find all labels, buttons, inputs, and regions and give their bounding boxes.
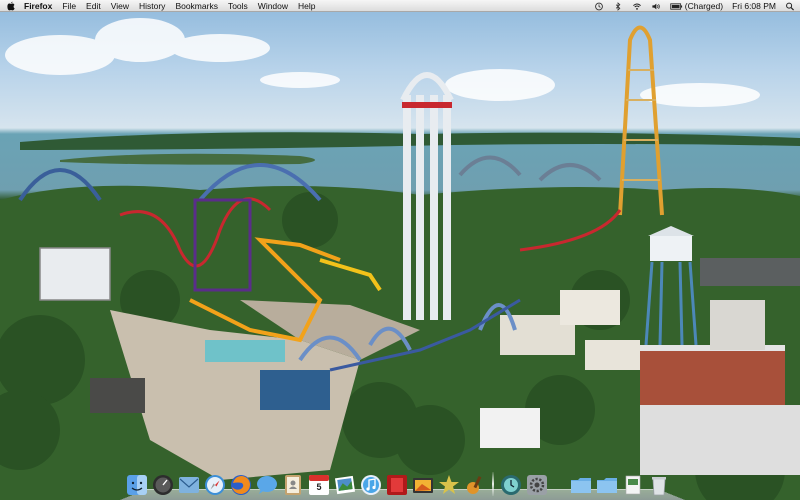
dock: 5: [120, 462, 685, 500]
dock-separator: [492, 472, 494, 496]
dock-garageband-icon[interactable]: [438, 474, 460, 496]
app-menu-firefox[interactable]: Firefox: [24, 1, 52, 11]
menubar-clock[interactable]: Fri 6:08 PM: [732, 1, 776, 11]
dock-photo-booth-icon[interactable]: [386, 474, 408, 496]
dock-time-machine-icon[interactable]: [500, 474, 522, 496]
menu-view[interactable]: View: [111, 1, 129, 11]
bluetooth-icon[interactable]: [613, 1, 623, 11]
dock-dashboard-icon[interactable]: [152, 474, 174, 496]
menu-bookmarks[interactable]: Bookmarks: [175, 1, 218, 11]
dock-trash-icon[interactable]: [648, 474, 670, 496]
menu-bar: Firefox File Edit View History Bookmarks…: [0, 0, 800, 12]
dock-mail-icon[interactable]: [178, 474, 200, 496]
wifi-icon[interactable]: [632, 2, 642, 11]
dock-iwork-icon[interactable]: [412, 474, 434, 496]
desktop-wallpaper: [0, 0, 800, 500]
dock-safari-icon[interactable]: [204, 474, 226, 496]
dock-downloads-stack-icon[interactable]: [622, 474, 644, 496]
menu-help[interactable]: Help: [298, 1, 315, 11]
amusement-park-scene: [0, 18, 800, 500]
spotlight-icon[interactable]: [785, 2, 795, 11]
time-machine-icon[interactable]: [594, 2, 604, 11]
dock-ichat-icon[interactable]: [256, 474, 278, 496]
dock-imovie-icon[interactable]: [464, 474, 486, 496]
menu-edit[interactable]: Edit: [86, 1, 101, 11]
ical-day: 5: [316, 482, 322, 492]
battery-status[interactable]: (Charged): [670, 1, 723, 11]
dock-ical-icon[interactable]: 5: [308, 474, 330, 496]
dock-documents-folder-icon[interactable]: [596, 474, 618, 496]
dock-iphoto-icon[interactable]: [334, 474, 356, 496]
menu-history[interactable]: History: [139, 1, 165, 11]
volume-icon[interactable]: [651, 2, 661, 11]
dock-itunes-icon[interactable]: [360, 474, 382, 496]
battery-label: (Charged): [684, 1, 724, 11]
menu-file[interactable]: File: [62, 1, 76, 11]
dock-address-book-icon[interactable]: [282, 474, 304, 496]
apple-menu-icon[interactable]: [6, 1, 16, 11]
dock-finder-icon[interactable]: [126, 474, 148, 496]
dock-applications-folder-icon[interactable]: [570, 474, 592, 496]
menu-extras: (Charged) Fri 6:08 PM: [594, 0, 800, 12]
menu-tools[interactable]: Tools: [228, 1, 248, 11]
battery-icon: [670, 2, 682, 10]
dock-system-preferences-icon[interactable]: [526, 474, 548, 496]
dock-firefox-icon[interactable]: [230, 474, 252, 496]
menu-window[interactable]: Window: [258, 1, 288, 11]
dock-spacer: [552, 474, 566, 496]
